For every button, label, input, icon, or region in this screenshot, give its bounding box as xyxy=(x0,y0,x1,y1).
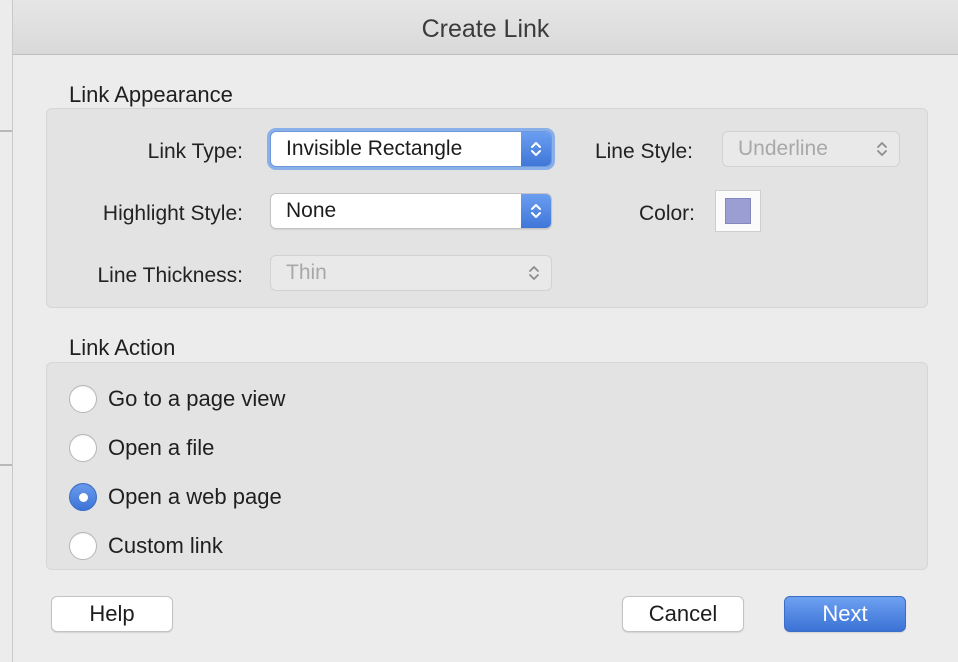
line-style-select[interactable]: Underline xyxy=(722,131,900,167)
radio-button[interactable] xyxy=(69,532,97,560)
next-button[interactable]: Next xyxy=(784,596,906,632)
cancel-button[interactable]: Cancel xyxy=(622,596,744,632)
radio-custom-link[interactable]: Custom link xyxy=(69,531,223,561)
radio-open-file[interactable]: Open a file xyxy=(69,433,214,463)
line-style-label: Line Style: xyxy=(594,140,693,163)
radio-label: Go to a page view xyxy=(108,386,286,411)
radio-label: Open a web page xyxy=(108,484,282,509)
chevron-up-down-icon xyxy=(871,132,893,166)
link-action-label: Link Action xyxy=(69,335,176,360)
background-window-edge xyxy=(0,130,12,132)
color-well[interactable] xyxy=(715,190,761,232)
link-type-select[interactable]: Invisible Rectangle xyxy=(270,131,552,167)
chevron-up-down-icon xyxy=(521,132,551,166)
dialog-title: Create Link xyxy=(421,14,550,43)
color-label: Color: xyxy=(638,202,695,225)
highlight-style-value: None xyxy=(286,199,337,222)
radio-button-selected[interactable] xyxy=(69,483,97,511)
radio-label: Open a file xyxy=(108,435,215,460)
highlight-style-select[interactable]: None xyxy=(270,193,552,229)
line-thickness-select[interactable]: Thin xyxy=(270,255,552,291)
color-swatch xyxy=(725,198,751,224)
help-button[interactable]: Help xyxy=(51,596,173,632)
highlight-style-label: Highlight Style: xyxy=(102,202,243,225)
chevron-up-down-icon xyxy=(521,194,551,228)
link-type-label: Link Type: xyxy=(147,140,243,163)
link-appearance-label: Link Appearance xyxy=(69,82,233,107)
chevron-up-down-icon xyxy=(523,256,545,290)
line-thickness-label: Line Thickness: xyxy=(97,264,243,287)
radio-go-to-page-view[interactable]: Go to a page view xyxy=(69,384,285,414)
line-thickness-value: Thin xyxy=(286,261,327,284)
line-style-value: Underline xyxy=(738,137,828,160)
screen: Create Link Link Appearance Link Type: I… xyxy=(0,0,958,662)
background-window-edge xyxy=(0,464,12,466)
radio-label: Custom link xyxy=(108,533,223,558)
dialog-titlebar: Create Link xyxy=(13,0,958,55)
radio-button[interactable] xyxy=(69,385,97,413)
radio-dot-icon xyxy=(78,492,88,502)
link-type-value: Invisible Rectangle xyxy=(286,137,463,160)
radio-button[interactable] xyxy=(69,434,97,462)
create-link-dialog: Create Link Link Appearance Link Type: I… xyxy=(12,0,958,662)
radio-open-web-page[interactable]: Open a web page xyxy=(69,482,282,512)
